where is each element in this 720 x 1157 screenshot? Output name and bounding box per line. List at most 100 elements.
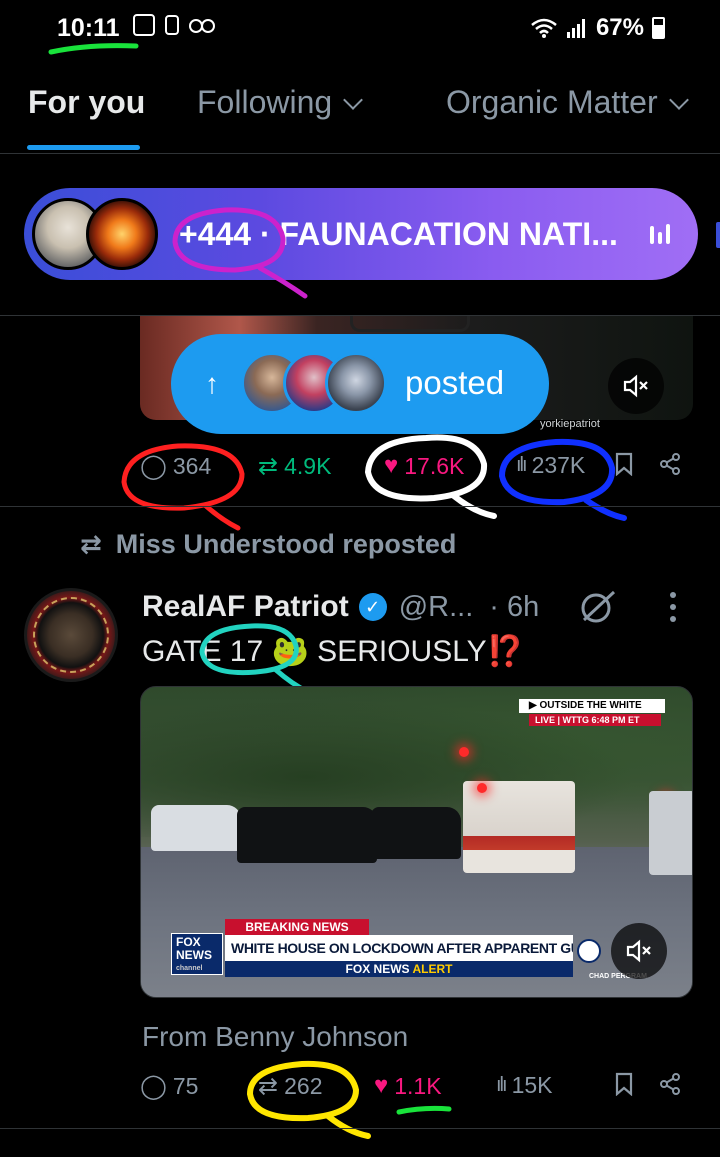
view-count: 15K (511, 1072, 553, 1098)
fox-logo-text: FOX NEWS (176, 935, 212, 962)
divider (0, 506, 720, 507)
video-live-banner: LIVE | WTTG 6:48 PM ET (529, 714, 661, 726)
post-actions: ◯ 75 ⇄ 262 ♥ 1.1K ılı 15K (0, 1072, 720, 1112)
bookmark-icon (615, 1072, 633, 1096)
more-icon[interactable] (670, 592, 676, 622)
share-button[interactable] (658, 1072, 682, 1096)
video-headline: WHITE HOUSE ON LOCKDOWN AFTER APPARENT G… (225, 935, 573, 961)
reply-button[interactable]: ◯ 364 (140, 452, 211, 481)
live-space-pill[interactable]: +444 · FAUNACATION NATI... (24, 188, 698, 280)
post-header: RealAF Patriot ✓ @R... · 6h (142, 588, 539, 626)
emergency-light (459, 747, 469, 757)
verified-icon: ✓ (358, 593, 387, 621)
post-text: GATE 17 🐸 SERIOUSLY⁉️ (142, 634, 524, 669)
emergency-light (477, 783, 487, 793)
avatar[interactable] (24, 588, 118, 682)
reply-button[interactable]: ◯ 75 (140, 1072, 198, 1101)
reply-count: 75 (172, 1073, 199, 1099)
space-title: +444 · FAUNACATION NATI... (179, 216, 618, 252)
reply-count: 364 (172, 453, 212, 479)
repost-header[interactable]: ⇄ Miss Understood reposted (80, 529, 456, 560)
like-button[interactable]: ♥ 1.1K (374, 1072, 442, 1100)
vehicle (237, 807, 377, 863)
chevron-down-icon (343, 90, 364, 110)
timeline-tabs: For you Following Organic Matter (0, 70, 720, 154)
heart-icon: ♥ (384, 452, 399, 479)
chevron-down-icon (668, 90, 689, 110)
tab-organic-matter-label: Organic Matter (446, 84, 658, 120)
arrow-up-icon: ↑ (205, 368, 219, 399)
avatar (86, 198, 158, 270)
retweet-button[interactable]: ⇄ 262 (258, 1072, 322, 1101)
bookmark-button[interactable] (614, 1072, 634, 1096)
status-time: 10:11 (57, 14, 120, 42)
like-count: 17.6K (404, 452, 465, 479)
mute-icon (623, 374, 648, 398)
reply-icon: ◯ (140, 1073, 167, 1100)
video-location-banner: ▶ OUTSIDE THE WHITE HOUSE (519, 699, 665, 725)
media-watermark: yorkiepatriot (540, 418, 600, 430)
tab-organic-matter[interactable]: Organic Matter (446, 84, 689, 121)
views-button[interactable]: ılı 15K (496, 1072, 553, 1099)
posted-label: posted (405, 364, 505, 401)
repost-header-label: Miss Understood reposted (115, 529, 457, 559)
heart-icon: ♥ (374, 1072, 389, 1099)
ambulance (463, 781, 575, 873)
like-count: 1.1K (394, 1072, 442, 1099)
alert-suffix: ALERT (412, 962, 453, 976)
author-name[interactable]: RealAF Patriot (142, 590, 349, 624)
breaking-news-banner: BREAKING NEWS (225, 919, 369, 935)
next-pill-edge (716, 222, 720, 248)
author-handle[interactable]: @R... (399, 591, 474, 624)
divider (0, 1128, 720, 1129)
grok-icon[interactable] (578, 586, 618, 626)
post-actions: ◯ 364 ⇄ 4.9K ♥ 17.6K ılı 237K (0, 452, 720, 492)
vehicle (649, 791, 692, 875)
share-icon (660, 453, 680, 475)
share-icon (660, 1073, 680, 1095)
bookmark-button[interactable] (614, 452, 634, 476)
new-posts-pill[interactable]: ↑ posted (171, 334, 549, 434)
wifi-icon (530, 17, 558, 39)
view-count: 237K (531, 452, 586, 478)
phone-icon (165, 15, 179, 35)
vehicle (371, 807, 461, 859)
battery-icon (652, 17, 665, 39)
status-bar: 10:11 67% (0, 0, 720, 56)
audio-bars-icon (650, 224, 670, 244)
video-source[interactable]: From Benny Johnson (142, 1021, 408, 1053)
mute-icon (626, 939, 651, 963)
like-button[interactable]: ♥ 17.6K (384, 452, 464, 480)
post-text-main: GATE 17 🐸 SERIOUSLY (142, 635, 487, 668)
post-time[interactable]: · 6h (489, 591, 539, 624)
phone-icon (577, 939, 601, 963)
retweet-icon: ⇄ (80, 529, 102, 559)
retweet-count: 4.9K (284, 453, 332, 479)
voicemail-icon (189, 19, 215, 33)
avatar (325, 352, 387, 414)
retweet-icon: ⇄ (258, 453, 279, 480)
retweet-icon: ⇄ (258, 1073, 279, 1100)
post-video[interactable]: ▶ OUTSIDE THE WHITE HOUSE LIVE | WTTG 6:… (140, 686, 693, 998)
tab-for-you[interactable]: For you (28, 84, 145, 121)
views-button[interactable]: ılı 237K (516, 452, 585, 479)
share-button[interactable] (658, 452, 682, 476)
alert-prefix: FOX NEWS (345, 962, 410, 976)
retweet-button[interactable]: ⇄ 4.9K (258, 452, 331, 481)
fox-logo-sub: channel (176, 965, 203, 972)
gallery-icon (133, 14, 155, 36)
post-text-alert: ⁉️ (486, 635, 525, 668)
mute-button[interactable] (611, 923, 667, 979)
views-icon: ılı (496, 1074, 507, 1096)
tab-following-label: Following (197, 84, 333, 120)
vehicle (151, 805, 241, 851)
reply-icon: ◯ (140, 453, 167, 480)
status-notification-icons (133, 14, 215, 36)
active-tab-indicator (27, 145, 140, 150)
status-right: 67% (530, 14, 665, 42)
views-icon: ılı (516, 454, 527, 476)
mute-button[interactable] (608, 358, 664, 414)
fox-news-alert: FOX NEWS ALERT (225, 961, 573, 977)
tab-following[interactable]: Following (197, 84, 364, 121)
battery-percent: 67% (595, 14, 644, 41)
